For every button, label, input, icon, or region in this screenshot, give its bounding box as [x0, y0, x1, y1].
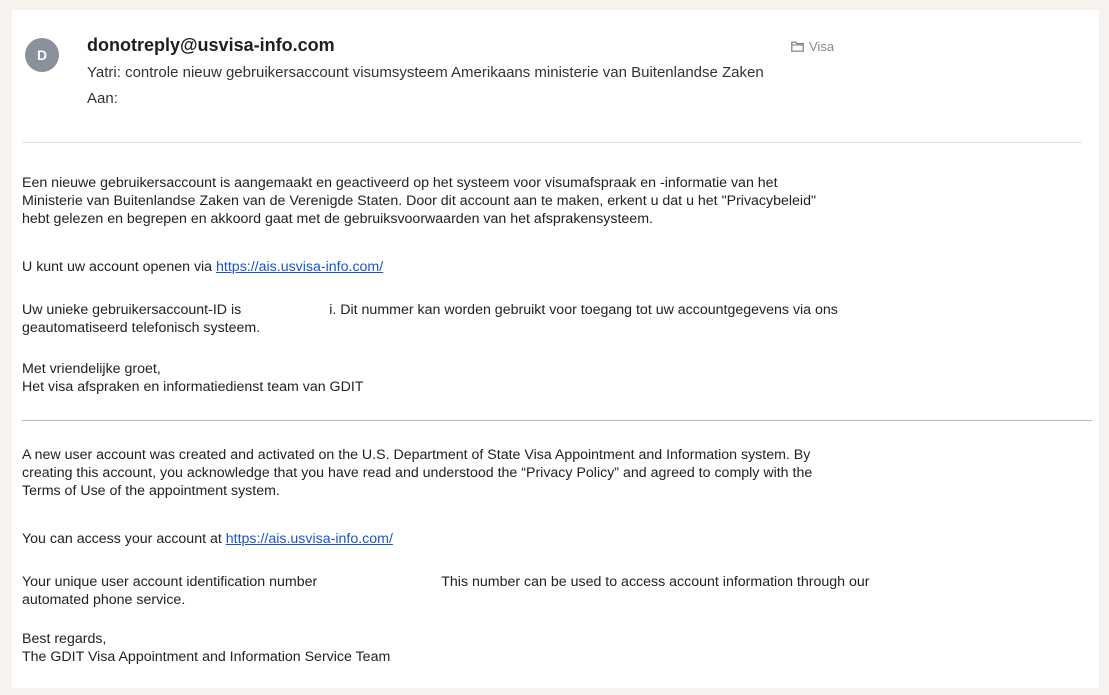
dutch-paragraph-2: U kunt uw account openen via https://ais…: [22, 258, 1092, 276]
dutch-signature: Het visa afspraken en informatiedienst t…: [22, 379, 364, 395]
sender-address[interactable]: donotreply@usvisa-info.com: [87, 35, 335, 56]
english-account-link[interactable]: https://ais.usvisa-info.com/: [226, 531, 393, 547]
folder-name: Visa: [809, 39, 835, 54]
email-message: D donotreply@usvisa-info.com Visa Yatri:…: [12, 10, 1099, 688]
language-divider: [22, 420, 1092, 421]
dutch-paragraph-1: Een nieuwe gebruikersaccount is aangemaa…: [22, 174, 1092, 228]
english-id-prefix: Your unique user account identification …: [22, 574, 318, 590]
english-paragraph-1: A new user account was created and activ…: [22, 446, 1092, 500]
english-link-prefix: You can access your account at: [22, 531, 226, 547]
dutch-paragraph-3: Uw unieke gebruikersaccount-ID is i. Dit …: [22, 301, 1092, 337]
header-divider: [22, 142, 1082, 143]
english-closing: Best regards,: [22, 631, 107, 647]
dutch-p1-line3: hebt gelezen en begrepen en akkoord gaat…: [22, 211, 653, 227]
dutch-id-prefix: Uw unieke gebruikersaccount-ID is: [22, 302, 242, 318]
dutch-link-prefix: U kunt uw account openen via: [22, 259, 217, 275]
dutch-id-suffix: i. Dit nummer kan worden gebruikt voor t…: [329, 302, 838, 318]
dutch-p1-line2: Ministerie van Buitenlandse Zaken van de…: [22, 193, 817, 209]
english-id-suffix: This number can be used to access accoun…: [441, 574, 870, 590]
folder-label[interactable]: Visa: [791, 39, 834, 54]
english-p1-line1: A new user account was created and activ…: [22, 447, 811, 463]
dutch-signoff: Met vriendelijke groet, Het visa afsprak…: [22, 360, 1092, 396]
dutch-closing: Met vriendelijke groet,: [22, 361, 161, 377]
english-p1-line3: Terms of Use of the appointment system.: [22, 483, 280, 499]
dutch-p3-line2: geautomatiseerd telefonisch systeem.: [22, 320, 261, 336]
sender-avatar: D: [25, 38, 59, 72]
recipient-label: Aan:: [87, 90, 118, 107]
english-p1-line2: creating this account, you acknowledge t…: [22, 465, 813, 481]
english-signoff: Best regards, The GDIT Visa Appointment …: [22, 630, 1092, 666]
english-signature: The GDIT Visa Appointment and Informatio…: [22, 649, 391, 665]
dutch-p1-line1: Een nieuwe gebruikersaccount is aangemaa…: [22, 175, 778, 191]
english-paragraph-2: You can access your account at https://a…: [22, 530, 1092, 548]
english-p3-line2: automated phone service.: [22, 592, 186, 608]
english-paragraph-3: Your unique user account identification …: [22, 573, 1092, 609]
dutch-account-link[interactable]: https://ais.usvisa-info.com/: [216, 259, 383, 275]
folder-icon: [791, 41, 804, 52]
email-subject: Yatri: controle nieuw gebruikersaccount …: [87, 64, 764, 81]
